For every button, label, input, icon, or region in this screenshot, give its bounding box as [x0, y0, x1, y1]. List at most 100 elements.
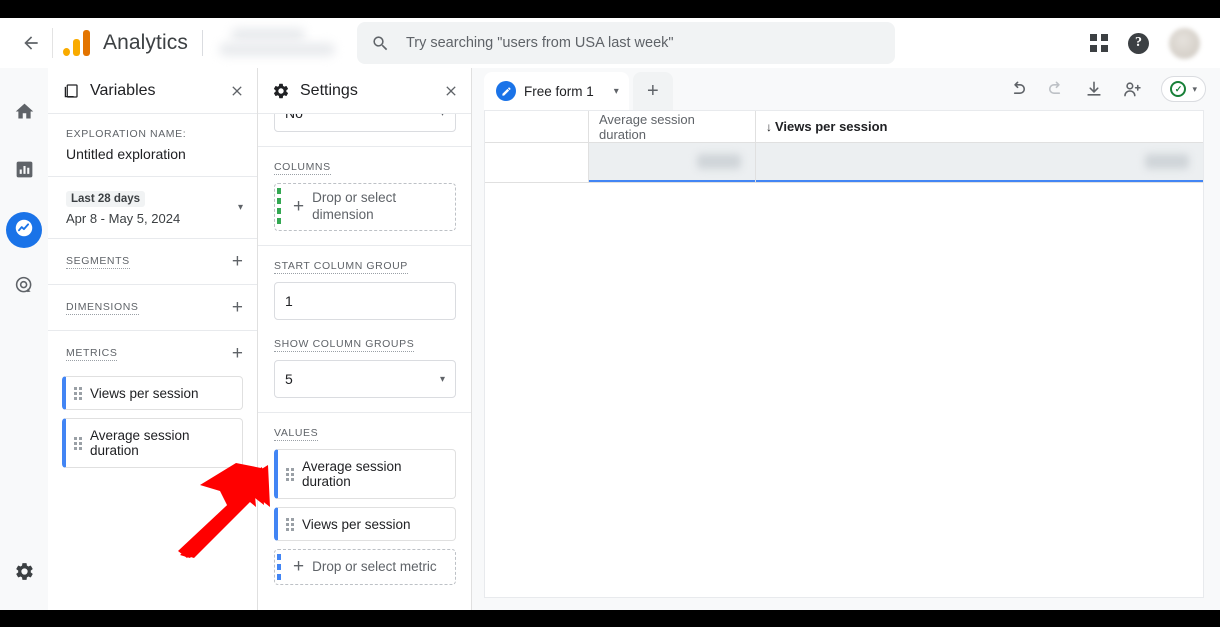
metrics-section: METRICS +	[48, 331, 257, 376]
values-dropzone[interactable]: + Drop or select metric	[274, 549, 456, 585]
metric-accent-bar	[277, 554, 281, 580]
start-column-group-value: 1	[285, 293, 293, 309]
settings-panel: Settings No ▾ COLUMNS + Drop or select d…	[258, 68, 472, 610]
value-chip-views-per-session[interactable]: Views per session	[274, 507, 456, 541]
back-arrow-icon[interactable]	[14, 26, 48, 60]
explore-icon	[13, 217, 35, 244]
drag-handle-icon[interactable]	[286, 468, 294, 481]
download-button[interactable]	[1084, 79, 1104, 99]
value-chip-average-session-duration[interactable]: Average session duration	[274, 449, 456, 499]
metric-chip-views-per-session[interactable]: Views per session	[62, 376, 243, 410]
check-circle-icon: ✓	[1170, 81, 1186, 97]
columns-dropzone[interactable]: + Drop or select dimension	[274, 183, 456, 231]
rail-item-advertising[interactable]	[6, 270, 42, 306]
close-icon[interactable]	[229, 83, 245, 99]
bar-chart-cell-bar	[589, 180, 755, 183]
rail-settings-gear[interactable]	[6, 556, 42, 592]
drag-handle-icon[interactable]	[74, 387, 82, 400]
variables-panel-title: Variables	[90, 82, 229, 100]
show-column-groups-select[interactable]: 5 ▾	[274, 360, 456, 398]
table-cell-average-session-duration	[589, 143, 756, 182]
chevron-down-icon: ▾	[440, 114, 445, 119]
add-tab-button[interactable]: +	[633, 72, 673, 110]
segments-label: SEGMENTS	[66, 255, 130, 269]
help-icon[interactable]: ?	[1128, 33, 1149, 54]
date-range-text: Apr 8 - May 5, 2024	[66, 211, 180, 226]
search-icon	[371, 34, 390, 53]
table-header-average-session-duration[interactable]: Average session duration	[589, 111, 756, 142]
values-group: VALUES Average session duration Views pe…	[258, 413, 472, 599]
table-header-views-per-session[interactable]: ↓ Views per session	[756, 111, 1203, 142]
edit-pencil-icon	[496, 81, 516, 101]
bar-chart-cell-bar	[756, 180, 1203, 183]
plus-icon: +	[293, 556, 304, 578]
settings-panel-header: Settings	[258, 68, 471, 114]
date-chip: Last 28 days	[66, 191, 145, 207]
property-divider	[202, 30, 203, 56]
tab-free-form-1[interactable]: Free form 1 ▾	[484, 72, 629, 110]
left-nav-rail	[0, 68, 48, 610]
redacted-value	[1145, 154, 1189, 169]
table-cell-dimension	[485, 143, 589, 182]
table-header-label: Views per session	[775, 119, 888, 134]
property-name-redacted[interactable]	[217, 26, 335, 60]
add-dimension-button[interactable]: +	[232, 298, 243, 317]
drag-handle-icon[interactable]	[286, 518, 294, 531]
value-chip-label: Average session duration	[302, 459, 447, 489]
user-avatar[interactable]	[1169, 28, 1200, 59]
chevron-down-icon[interactable]: ▾	[238, 202, 243, 213]
drag-handle-icon[interactable]	[74, 437, 82, 450]
rail-item-home[interactable]	[6, 96, 42, 132]
settings-panel-title: Settings	[300, 82, 443, 100]
table-header-dimension[interactable]	[485, 111, 589, 142]
plus-icon: +	[293, 196, 304, 218]
start-column-group-input[interactable]: 1	[274, 282, 456, 320]
table-header-label: Average session duration	[599, 112, 745, 142]
date-range-selector[interactable]: Last 28 days Apr 8 - May 5, 2024 ▾	[48, 177, 257, 239]
rail-item-reports[interactable]	[6, 154, 42, 190]
value-chip-label: Views per session	[302, 517, 411, 532]
exploration-name-label: EXPLORATION NAME:	[66, 128, 243, 140]
add-metric-button[interactable]: +	[232, 344, 243, 363]
metrics-label: METRICS	[66, 347, 117, 361]
show-column-groups-value: 5	[285, 371, 293, 387]
appbar-right-group: ?	[1090, 28, 1206, 59]
chevron-down-icon: ▾	[440, 374, 445, 385]
table-row[interactable]	[485, 143, 1203, 183]
report-canvas: Free form 1 ▾ + ✓ ▾	[472, 68, 1220, 610]
tab-label: Free form 1	[524, 84, 594, 99]
gear-icon	[14, 561, 35, 587]
rail-item-explore[interactable]	[6, 212, 42, 248]
share-button[interactable]	[1122, 79, 1143, 100]
redo-button[interactable]	[1046, 79, 1066, 99]
undo-button[interactable]	[1008, 79, 1028, 99]
variables-panel: Variables EXPLORATION NAME: Untitled exp…	[48, 68, 258, 610]
variables-panel-header: Variables	[48, 68, 257, 114]
metric-chip-label: Views per session	[90, 386, 199, 401]
columns-dropzone-label: Drop or select dimension	[312, 190, 447, 224]
dimension-accent-bar	[277, 188, 281, 226]
advertising-target-icon	[14, 275, 35, 301]
metric-chip-average-session-duration[interactable]: Average session duration	[62, 418, 243, 468]
search-input[interactable]: Try searching "users from USA last week"	[357, 22, 895, 64]
start-column-group-label: START COLUMN GROUP	[274, 260, 408, 274]
dimensions-label: DIMENSIONS	[66, 301, 139, 315]
status-badge[interactable]: ✓ ▾	[1161, 76, 1206, 102]
exploration-name-section[interactable]: EXPLORATION NAME: Untitled exploration	[48, 114, 257, 177]
cell-type-group: CELL TYPE Bar chart ▾	[258, 599, 472, 610]
gear-icon	[272, 82, 290, 100]
bar-chart-icon	[14, 159, 35, 185]
apps-grid-icon[interactable]	[1090, 34, 1108, 52]
chevron-down-icon[interactable]: ▾	[1192, 84, 1197, 95]
values-label: VALUES	[274, 427, 318, 441]
google-analytics-logo	[63, 30, 93, 56]
start-column-group: START COLUMN GROUP 1	[258, 246, 472, 324]
metric-chip-label: Average session duration	[90, 428, 234, 458]
analytics-app-window: Analytics Try searching "users from USA …	[0, 18, 1220, 610]
cut-off-select[interactable]: No ▾	[274, 114, 456, 132]
chevron-down-icon[interactable]: ▾	[614, 86, 619, 97]
add-segment-button[interactable]: +	[232, 252, 243, 271]
table-header-row: Average session duration ↓ Views per ses…	[485, 111, 1203, 143]
free-form-report-card: Average session duration ↓ Views per ses…	[484, 110, 1204, 598]
close-icon[interactable]	[443, 83, 459, 99]
